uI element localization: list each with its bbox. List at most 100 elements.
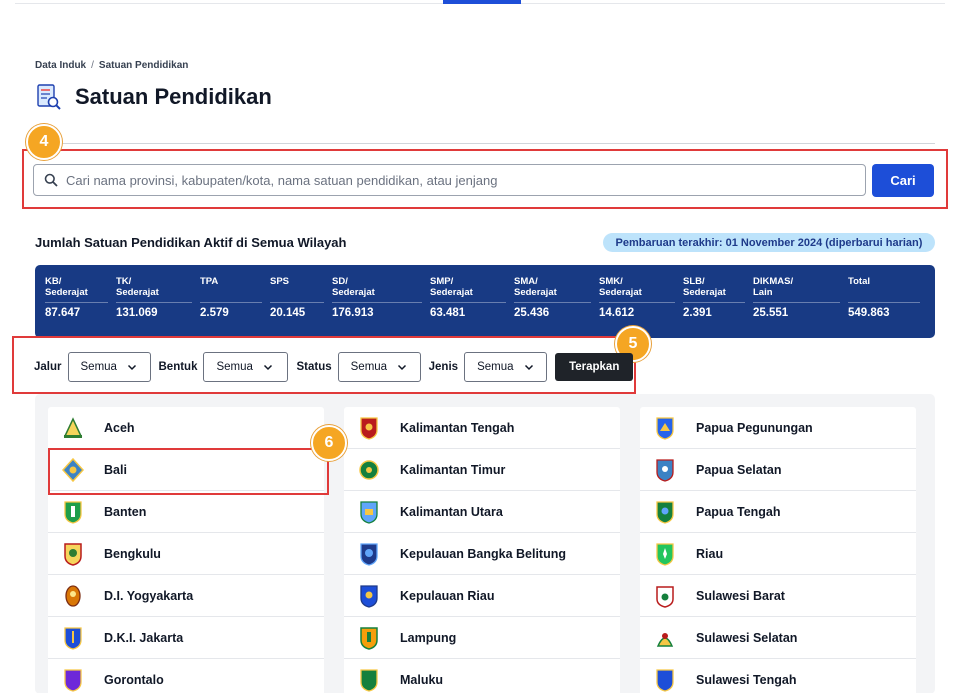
stat-value: 14.612 [599, 302, 675, 319]
filter-label-jenis: Jenis [428, 361, 459, 373]
province-item-bengkulu[interactable]: Bengkulu [48, 533, 324, 575]
province-name: D.K.I. Jakarta [104, 630, 184, 645]
stat-label: SPS [270, 276, 290, 287]
province-item-papua-tengah[interactable]: Papua Tengah [640, 491, 916, 533]
search-box[interactable] [33, 164, 866, 196]
stat-value: 176.913 [332, 302, 422, 319]
stat-dikmas: DIKMAS/ Lain 25.551 [753, 276, 848, 338]
province-name: Sulawesi Tengah [696, 672, 797, 687]
bengkulu-emblem-icon [64, 542, 82, 566]
bentuk-select-value: Semua [216, 361, 253, 373]
chevron-down-icon [263, 364, 272, 371]
stat-value: 25.551 [753, 302, 840, 319]
province-name: Kalimantan Timur [400, 462, 506, 477]
aceh-emblem-icon [63, 416, 83, 438]
breadcrumb-link-data-induk[interactable]: Data Induk [35, 60, 86, 71]
maluku-emblem-icon [360, 668, 378, 692]
stat-sd: SD/ Sederajat 176.913 [332, 276, 430, 338]
province-item-diy[interactable]: D.I. Yogyakarta [48, 575, 324, 617]
papua-pegunungan-emblem-icon [656, 416, 674, 440]
province-item-sulawesi-tengah[interactable]: Sulawesi Tengah [640, 659, 916, 693]
province-name: Papua Tengah [696, 504, 781, 519]
province-name: Maluku [400, 672, 444, 687]
stat-label: KB/ Sederajat [45, 276, 88, 298]
document-search-icon [37, 84, 61, 110]
province-item-kepulauan-bangka-belitung[interactable]: Kepulauan Bangka Belitung [344, 533, 620, 575]
province-name: Kalimantan Utara [400, 504, 503, 519]
stat-value: 63.481 [430, 302, 506, 319]
stat-value: 25.436 [514, 302, 591, 319]
stat-label: TK/ Sederajat [116, 276, 159, 298]
province-item-kalimantan-utara[interactable]: Kalimantan Utara [344, 491, 620, 533]
stat-kb: KB/ Sederajat 87.647 [45, 276, 116, 338]
header-divider [35, 143, 935, 144]
status-select[interactable]: Semua [337, 352, 421, 382]
breadcrumb-separator: / [91, 60, 94, 71]
babel-emblem-icon [360, 542, 378, 566]
search-input[interactable] [66, 172, 846, 188]
kepri-emblem-icon [360, 584, 378, 608]
top-nav-active-indicator [443, 0, 521, 4]
province-item-banten[interactable]: Banten [48, 491, 324, 533]
stat-sma: SMA/ Sederajat 25.436 [514, 276, 599, 338]
jalur-select[interactable]: Semua [67, 352, 151, 382]
stat-label: SMA/ Sederajat [514, 276, 557, 298]
search-icon [44, 173, 58, 187]
stat-label: TPA [200, 276, 219, 287]
province-name: Banten [104, 504, 147, 519]
stat-label: SMP/ Sederajat [430, 276, 473, 298]
stat-sps: SPS 20.145 [270, 276, 332, 338]
stat-label: SMK/ Sederajat [599, 276, 642, 298]
province-item-aceh[interactable]: Aceh [48, 407, 324, 449]
province-item-lampung[interactable]: Lampung [344, 617, 620, 659]
province-item-papua-selatan[interactable]: Papua Selatan [640, 449, 916, 491]
stat-total: Total 549.863 [848, 276, 928, 338]
province-name: Riau [696, 546, 724, 561]
stat-value: 131.069 [116, 302, 192, 319]
stat-label: Total [848, 276, 870, 287]
stat-value: 549.863 [848, 302, 920, 319]
stat-tpa: TPA 2.579 [200, 276, 270, 338]
filter-label-status: Status [296, 361, 332, 373]
filter-label-jalur: Jalur [34, 361, 62, 373]
stat-value: 20.145 [270, 302, 324, 319]
filter-label-bentuk: Bentuk [158, 361, 198, 373]
stat-label: SD/ Sederajat [332, 276, 375, 298]
jenis-select[interactable]: Semua [464, 352, 548, 382]
jalur-select-value: Semua [80, 361, 117, 373]
summary-title: Jumlah Satuan Pendidikan Aktif di Semua … [35, 235, 347, 250]
kalteng-emblem-icon [360, 416, 378, 440]
diy-emblem-icon [65, 584, 81, 607]
stat-slb: SLB/ Sederajat 2.391 [683, 276, 753, 338]
province-name: Sulawesi Barat [696, 588, 785, 603]
province-column-2: Kalimantan Tengah Kalimantan Timur Kalim… [344, 407, 620, 693]
apply-filter-button[interactable]: Terapkan [555, 353, 634, 381]
chevron-down-icon [127, 364, 136, 371]
province-item-papua-pegunungan[interactable]: Papua Pegunungan [640, 407, 916, 449]
breadcrumb: Data Induk / Satuan Pendidikan [35, 60, 188, 71]
province-name: Kalimantan Tengah [400, 420, 515, 435]
province-item-dki-jakarta[interactable]: D.K.I. Jakarta [48, 617, 324, 659]
province-item-maluku[interactable]: Maluku [344, 659, 620, 693]
filter-bar: Jalur Semua Bentuk Semua Status Semua Je… [34, 352, 634, 382]
bentuk-select[interactable]: Semua [203, 352, 289, 382]
papua-tengah-emblem-icon [656, 500, 674, 524]
banten-emblem-icon [64, 500, 82, 524]
sulteng-emblem-icon [656, 668, 674, 692]
province-item-gorontalo[interactable]: Gorontalo [48, 659, 324, 693]
update-badge: Pembaruan terakhir: 01 November 2024 (di… [603, 233, 935, 252]
riau-emblem-icon [656, 542, 674, 566]
province-item-sulawesi-selatan[interactable]: Sulawesi Selatan [640, 617, 916, 659]
province-item-sulawesi-barat[interactable]: Sulawesi Barat [640, 575, 916, 617]
stat-smp: SMP/ Sederajat 63.481 [430, 276, 514, 338]
search-button[interactable]: Cari [872, 164, 934, 197]
province-item-kalimantan-timur[interactable]: Kalimantan Timur [344, 449, 620, 491]
province-name: Aceh [104, 420, 135, 435]
sulbar-emblem-icon [656, 585, 674, 608]
province-item-riau[interactable]: Riau [640, 533, 916, 575]
province-item-kepulauan-riau[interactable]: Kepulauan Riau [344, 575, 620, 617]
province-item-kalimantan-tengah[interactable]: Kalimantan Tengah [344, 407, 620, 449]
gorontalo-emblem-icon [64, 668, 82, 692]
province-name: Lampung [400, 630, 457, 645]
province-name: Papua Selatan [696, 462, 782, 477]
